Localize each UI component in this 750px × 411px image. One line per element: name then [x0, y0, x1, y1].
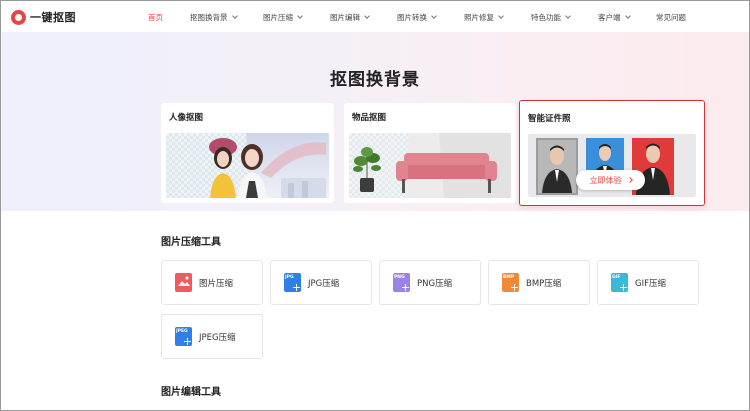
top-nav-bar: 一键抠图 首页 抠图换背景 图片压缩 图片编辑 图片转换 照片修复 特色功能 客…: [1, 1, 749, 32]
tool-jpeg-compress[interactable]: JPEG JPEG压缩: [161, 314, 263, 359]
tool-jpg-compress[interactable]: JPG JPG压缩: [270, 260, 372, 305]
jpg-icon: JPG: [284, 273, 301, 292]
id-photo-image: 立即体验: [528, 134, 696, 197]
tool-label: PNG压缩: [417, 278, 453, 289]
section-title-compress: 图片压缩工具: [161, 237, 221, 248]
section-title-edit: 图片编辑工具: [161, 387, 221, 398]
icon-tag: PNG: [394, 275, 405, 280]
chevron-down-icon: [498, 13, 504, 19]
chevron-down-icon: [624, 13, 631, 19]
tool-label: 图片压缩: [199, 278, 234, 289]
card-title: 物品抠图: [352, 113, 387, 123]
jpeg-icon: JPEG: [175, 327, 192, 346]
chevron-down-icon: [297, 13, 303, 19]
card-title: 人像抠图: [169, 113, 204, 123]
logo-icon: [11, 9, 26, 25]
nav-item-faq[interactable]: 常见问题: [656, 12, 686, 23]
nav-item-special-features[interactable]: 特色功能: [531, 12, 571, 23]
nav-item-cutout-background[interactable]: 抠图换背景: [190, 12, 238, 23]
hero-banner: 抠图换背景 人像抠图 物品抠图 智能证件照 立即体验: [1, 32, 749, 211]
icon-tag: BMP: [503, 275, 515, 280]
icon-tag: JPEG: [176, 329, 188, 334]
tool-bmp-compress[interactable]: BMP BMP压缩: [488, 260, 590, 305]
nav-item-client[interactable]: 客户端: [598, 12, 631, 23]
nav-item-image-compress[interactable]: 图片压缩: [263, 12, 303, 23]
gif-icon: GIF: [611, 273, 628, 292]
icon-tag: JPG: [285, 275, 294, 280]
chevron-down-icon: [364, 13, 370, 19]
bmp-icon: BMP: [502, 273, 519, 292]
image-compress-icon: [175, 273, 192, 292]
nav-item-image-convert[interactable]: 图片转换: [397, 12, 437, 23]
chevron-down-icon: [431, 13, 437, 19]
try-now-label: 立即体验: [589, 175, 622, 185]
nav-label: 图片压缩: [263, 13, 293, 22]
chevron-down-icon: [231, 13, 238, 19]
logo-text: 一键抠图: [30, 11, 76, 24]
nav-label: 客户端: [598, 13, 621, 22]
nav-label: 图片编辑: [330, 13, 360, 22]
tool-label: JPEG压缩: [199, 332, 236, 343]
page-frame: 一键抠图 首页 抠图换背景 图片压缩 图片编辑 图片转换 照片修复 特色功能 客…: [0, 0, 750, 411]
tool-gif-compress[interactable]: GIF GIF压缩: [597, 260, 699, 305]
nav-label: 抠图换背景: [190, 13, 228, 22]
nav-item-image-edit[interactable]: 图片编辑: [330, 12, 370, 23]
nav-item-home[interactable]: 首页: [148, 12, 163, 23]
tool-label: BMP压缩: [526, 278, 562, 289]
card-object-cutout[interactable]: 物品抠图: [344, 103, 516, 203]
nav-label: 图片转换: [397, 13, 427, 22]
tool-label: JPG压缩: [308, 278, 340, 289]
tool-label: GIF压缩: [635, 278, 666, 289]
object-cutout-image: [349, 133, 511, 198]
card-portrait-cutout[interactable]: 人像抠图: [161, 103, 334, 203]
png-icon: PNG: [393, 273, 410, 292]
card-smart-id-photo[interactable]: 智能证件照 立即体验: [519, 100, 705, 206]
nav-label: 常见问题: [656, 13, 686, 22]
card-title: 智能证件照: [528, 114, 571, 124]
tool-png-compress[interactable]: PNG PNG压缩: [379, 260, 481, 305]
nav-label: 照片修复: [464, 13, 494, 22]
icon-tag: GIF: [612, 275, 621, 280]
tool-image-compress[interactable]: 图片压缩: [161, 260, 263, 305]
nav-label: 特色功能: [531, 13, 561, 22]
logo[interactable]: 一键抠图: [11, 9, 76, 25]
chevron-right-icon: [626, 177, 633, 183]
chevron-down-icon: [565, 13, 571, 19]
try-now-button[interactable]: 立即体验: [576, 170, 645, 190]
nav-label: 首页: [148, 13, 163, 22]
nav-item-photo-repair[interactable]: 照片修复: [464, 12, 504, 23]
hero-title: 抠图换背景: [330, 70, 420, 90]
portrait-cutout-image: [166, 133, 329, 198]
